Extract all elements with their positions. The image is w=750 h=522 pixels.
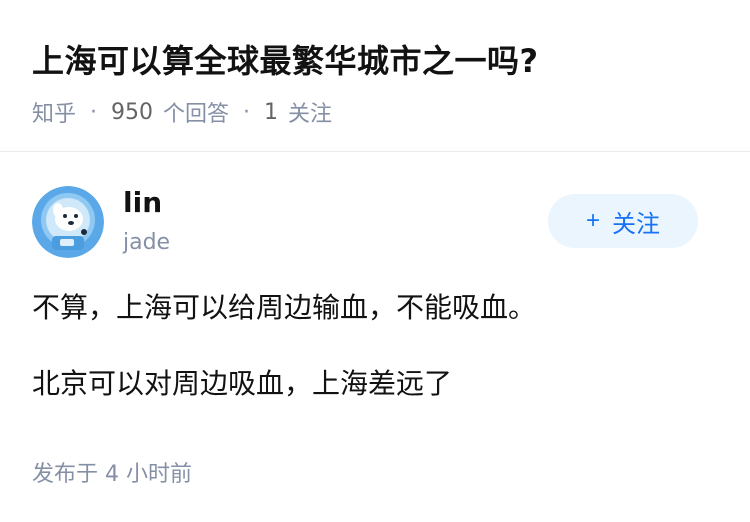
answer-paragraph: 北京可以对周边吸血，上海差远了	[32, 367, 453, 400]
answer-paragraph: 不算，上海可以给周边输血，不能吸血。	[32, 291, 537, 324]
separator-dot: ·	[90, 99, 98, 125]
source-label[interactable]: 知乎	[32, 96, 76, 128]
separator-dot: ·	[243, 99, 251, 125]
follow-button[interactable]: + 关注	[548, 194, 698, 248]
avatar[interactable]	[32, 186, 104, 258]
answer-count: 950	[111, 99, 154, 125]
follow-count-label: 关注	[288, 102, 333, 127]
dog-astronaut-avatar-icon	[32, 186, 104, 258]
plus-icon: +	[585, 207, 600, 234]
question-meta: 知乎 · 950 个回答 · 1 关注	[32, 96, 332, 128]
author-name[interactable]: lin	[123, 186, 162, 219]
follow-button-label: 关注	[612, 210, 660, 238]
answer-count-label[interactable]: 个回答	[163, 96, 229, 128]
question-header: 上海可以算全球最繁华城市之一吗? 知乎 · 950 个回答 · 1 关注	[0, 0, 750, 152]
publish-time: 发布于 4 小时前	[32, 462, 192, 487]
follow-count: 1	[264, 99, 279, 125]
author-bio: jade	[123, 230, 171, 255]
question-title[interactable]: 上海可以算全球最繁华城市之一吗?	[32, 36, 539, 82]
author-row: lin jade + 关注	[32, 186, 718, 260]
answer-content: 不算，上海可以给周边输血，不能吸血。 北京可以对周边吸血，上海差远了	[32, 288, 718, 404]
